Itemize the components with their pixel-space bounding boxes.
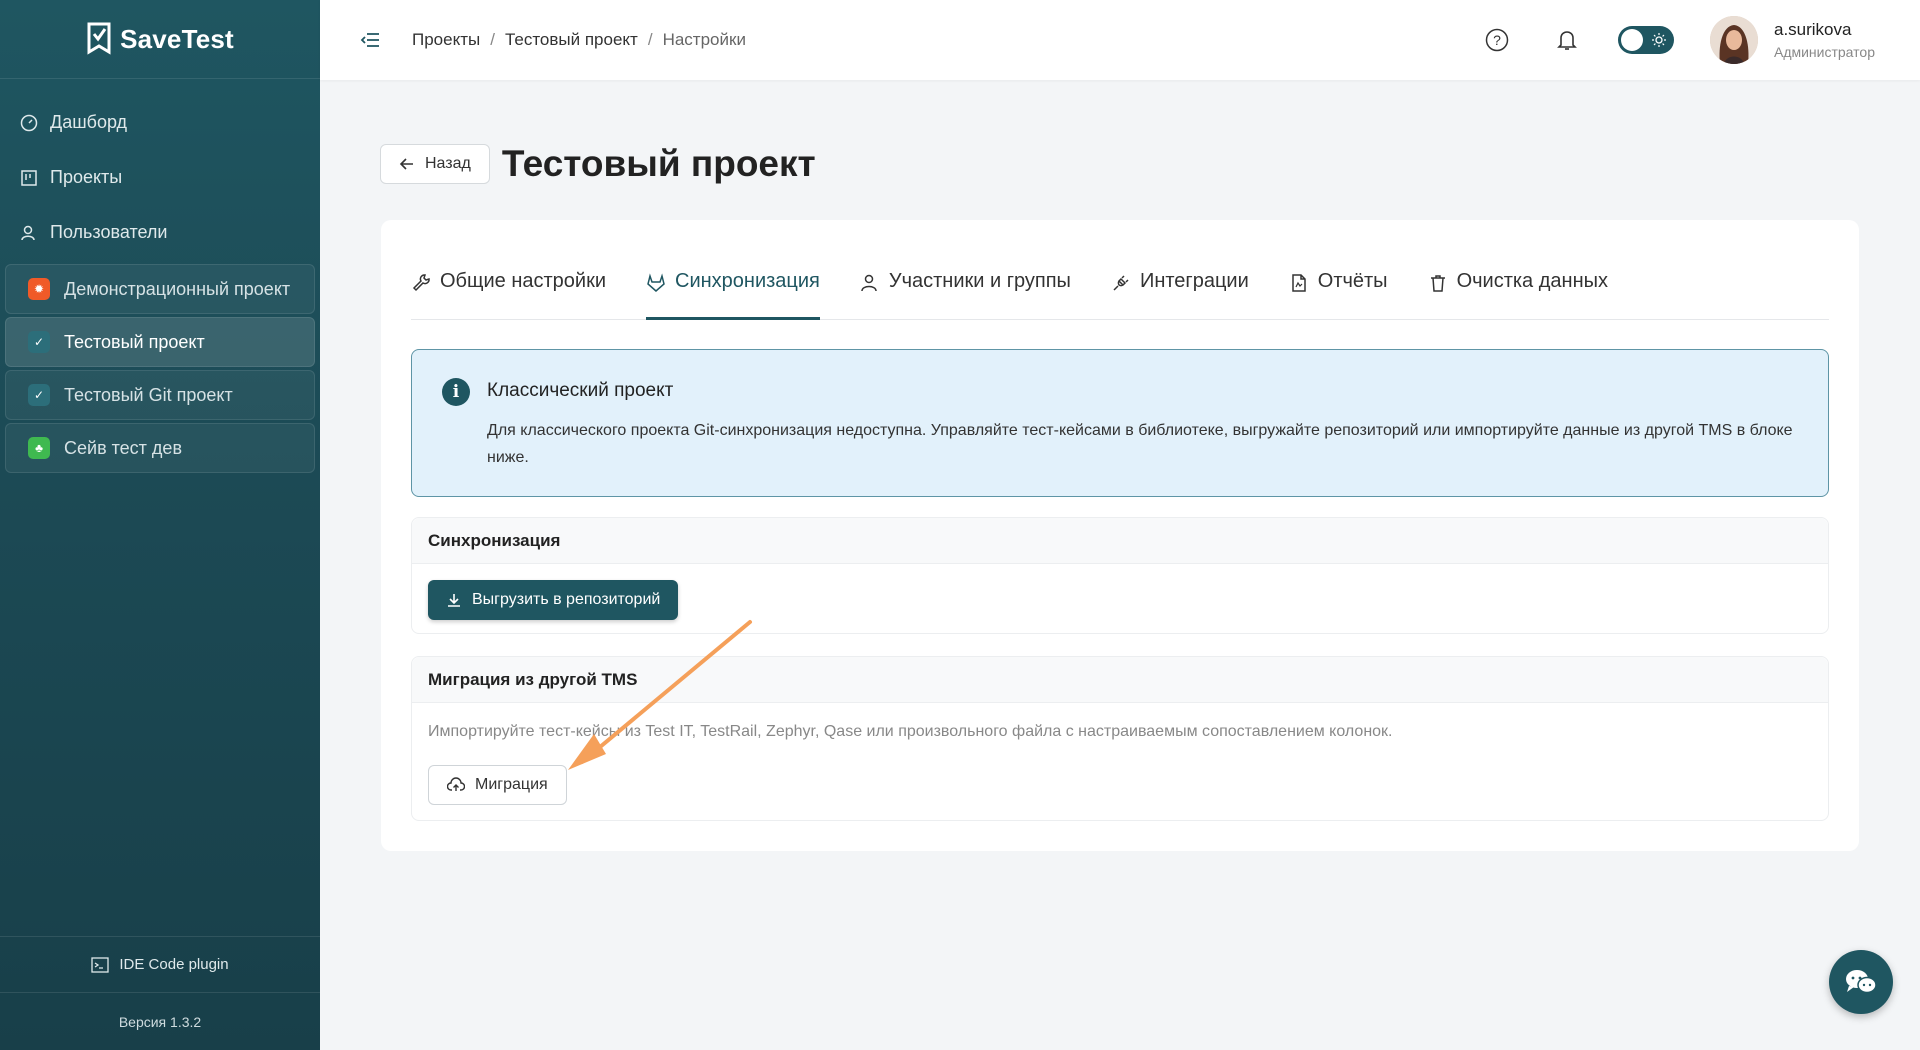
nav-item-label: Дашборд	[50, 112, 128, 132]
tab-sync[interactable]: Синхронизация	[646, 268, 820, 320]
theme-toggle[interactable]	[1617, 26, 1674, 54]
export-to-repo-button[interactable]: Выгрузить в репозиторий	[428, 580, 679, 620]
breadcrumb: Проекты / Тестовый проект / Настройки	[412, 30, 746, 50]
nav-item-projects[interactable]: Проекты	[0, 150, 320, 205]
sidebar-footer: IDE Code plugin Версия 1.3.2	[0, 936, 320, 1050]
project-item-dev[interactable]: ♣ Сейв тест дев	[5, 423, 315, 473]
dashboard-icon	[20, 114, 38, 131]
page-title-row: Назад Тестовый проект	[380, 143, 816, 185]
users-icon	[21, 225, 35, 240]
tab-general[interactable]: Общие настройки	[411, 268, 606, 320]
project-label: Тестовый проект	[64, 331, 205, 352]
project-label: Сейв тест дев	[64, 437, 183, 458]
tab-label: Общие настройки	[440, 270, 606, 292]
tab-label: Синхронизация	[675, 270, 820, 292]
user-info[interactable]: a.surikova Администратор	[1774, 20, 1875, 60]
download-icon	[448, 594, 460, 607]
bug-icon: ✹	[28, 278, 50, 300]
project-label: Тестовый Git проект	[64, 384, 233, 405]
ide-plugin-label: IDE Code plugin	[119, 956, 229, 973]
migration-block: Миграция из другой TMS Импортируйте тест…	[411, 656, 1829, 821]
tab-label: Интеграции	[1139, 270, 1249, 292]
leaf-icon: ♣	[28, 437, 50, 459]
tab-reports[interactable]: Отчёты	[1289, 268, 1388, 320]
project-item-git[interactable]: ✓ Тестовый Git проект	[5, 370, 315, 420]
sidebar: SaveTest Дашборд Проекты Пользователи ✹ …	[0, 0, 320, 1050]
bell-icon[interactable]	[1554, 27, 1580, 53]
info-title: Классический проект	[487, 380, 674, 401]
user-role: Администратор	[1773, 44, 1875, 60]
help-icon[interactable]: ?	[1484, 27, 1510, 53]
breadcrumb-separator: /	[490, 30, 495, 49]
cloud-upload-icon	[447, 777, 465, 791]
top-header: Проекты / Тестовый проект / Настройки ?	[320, 0, 1920, 80]
export-label: Выгрузить в репозиторий	[472, 591, 661, 608]
user-photo	[1709, 16, 1758, 64]
users-icon	[861, 274, 877, 292]
tab-members[interactable]: Участники и группы	[860, 268, 1071, 320]
sync-block-title: Синхронизация	[412, 518, 1828, 564]
toggle-knob	[1620, 29, 1643, 51]
main-nav: Дашборд Проекты Пользователи	[0, 79, 320, 260]
arrow-left-icon	[399, 158, 413, 170]
nav-item-label: Пользователи	[50, 222, 168, 242]
breadcrumb-current: Настройки	[662, 30, 746, 49]
tab-integrations[interactable]: Интеграции	[1111, 268, 1249, 320]
tab-label: Очистка данных	[1456, 270, 1608, 292]
user-name: a.surikova	[1773, 20, 1852, 39]
breadcrumb-separator: /	[647, 30, 653, 49]
chat-button[interactable]	[1829, 950, 1893, 1014]
breadcrumb-projects[interactable]: Проекты	[412, 30, 480, 50]
project-list: ✹ Демонстрационный проект ✓ Тестовый про…	[0, 264, 320, 473]
info-text: Для классического проекта Git-синхрониза…	[487, 422, 1793, 466]
nav-item-dashboard[interactable]: Дашборд	[0, 95, 320, 150]
migration-description: Импортируйте тест-кейсы из Test IT, Test…	[428, 723, 1393, 740]
info-alert: i Классический проект Для классического …	[411, 349, 1829, 497]
logo[interactable]: SaveTest	[0, 0, 320, 79]
wrench-icon	[412, 274, 430, 292]
tab-cleanup[interactable]: Очистка данных	[1428, 268, 1608, 320]
nav-item-label: Проекты	[50, 167, 123, 187]
savetest-icon: ✓	[28, 331, 50, 353]
savetest-icon: ✓	[28, 384, 50, 406]
settings-card: Общие настройки Синхронизация Участники …	[381, 220, 1859, 851]
breadcrumb-project[interactable]: Тестовый проект	[505, 30, 638, 50]
page-title: Тестовый проект	[501, 143, 816, 184]
project-item-demo[interactable]: ✹ Демонстрационный проект	[5, 264, 315, 314]
terminal-icon	[91, 956, 110, 973]
header-actions: ? a.surikova Администратор	[1484, 0, 1920, 80]
svg-text:?: ?	[1493, 32, 1501, 48]
sun-icon	[1651, 33, 1666, 47]
project-item-test[interactable]: ✓ Тестовый проект	[5, 317, 315, 367]
migration-block-title: Миграция из другой TMS	[412, 657, 1828, 703]
sync-block: Синхронизация Выгрузить в репозиторий	[411, 517, 1829, 634]
tab-label: Отчёты	[1317, 270, 1388, 292]
ide-plugin-link[interactable]: IDE Code plugin	[0, 936, 320, 992]
settings-tabs: Общие настройки Синхронизация Участники …	[411, 268, 1829, 320]
nav-item-users[interactable]: Пользователи	[0, 205, 320, 260]
app-name: SaveTest	[120, 23, 234, 54]
savetest-logo-icon	[87, 22, 111, 55]
tab-label: Участники и группы	[888, 270, 1071, 292]
report-file-icon	[1292, 274, 1306, 292]
plug-icon	[1113, 275, 1129, 291]
migration-button[interactable]: Миграция	[428, 765, 567, 805]
app-version: Версия 1.3.2	[0, 992, 320, 1050]
migration-label: Миграция	[475, 776, 548, 793]
trash-icon	[1430, 275, 1445, 292]
chat-icon	[1846, 970, 1877, 994]
avatar[interactable]	[1709, 16, 1758, 64]
projects-icon	[21, 169, 37, 186]
project-label: Демонстрационный проект	[64, 278, 291, 299]
back-label: Назад	[425, 155, 471, 172]
gitlab-icon	[647, 273, 665, 292]
back-button[interactable]: Назад	[380, 144, 490, 184]
collapse-menu-icon[interactable]	[360, 29, 382, 51]
info-icon: i	[442, 378, 470, 406]
